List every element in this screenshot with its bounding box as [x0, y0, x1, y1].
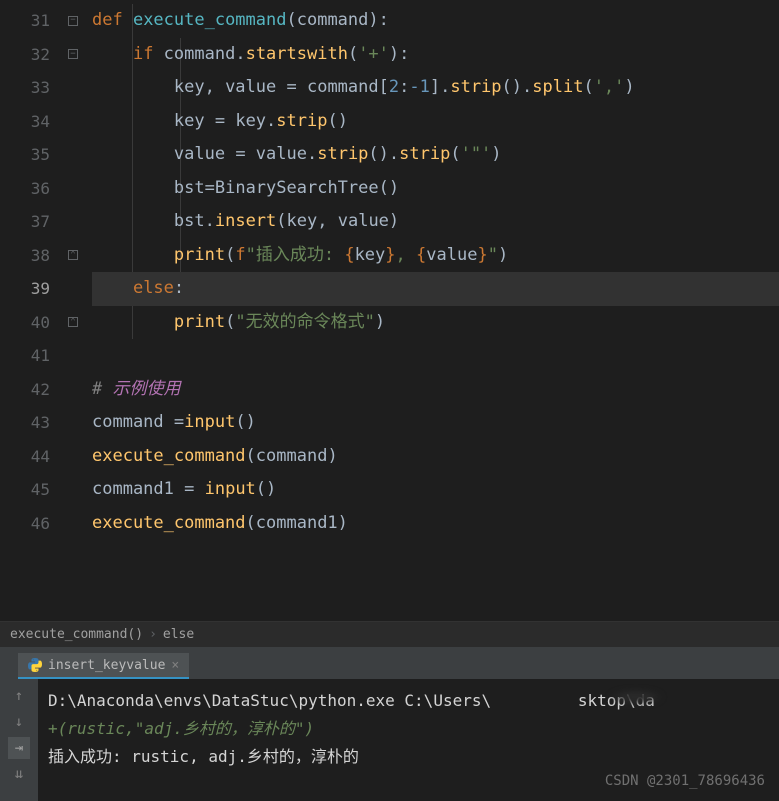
line-num: 46 — [0, 507, 50, 541]
line-num: 45 — [0, 473, 50, 507]
tab-bar: insert_keyvalue × — [0, 647, 779, 679]
breadcrumb[interactable]: execute_command() › else — [0, 621, 779, 647]
line-num: 34 — [0, 105, 50, 139]
python-icon — [28, 658, 42, 672]
code-line[interactable] — [92, 339, 779, 373]
scroll-icon[interactable]: ⇊ — [8, 763, 30, 785]
code-line[interactable]: command1 = input() — [92, 473, 779, 507]
terminal-toolbar: ↑ ↓ ⇥ ⇊ — [0, 679, 38, 801]
terminal-line: +(rustic,"adj.乡村的，淳朴的") — [48, 715, 769, 743]
arrow-up-icon[interactable]: ↑ — [8, 685, 30, 707]
line-num: 33 — [0, 71, 50, 105]
code-editor[interactable]: 31 32 33 34 35 36 37 38 39 40 41 42 43 4… — [0, 0, 779, 621]
line-number-gutter: 31 32 33 34 35 36 37 38 39 40 41 42 43 4… — [0, 0, 62, 621]
line-num: 32 — [0, 38, 50, 72]
code-line[interactable]: bst.insert(key, value) — [92, 205, 779, 239]
terminal-panel: ↑ ↓ ⇥ ⇊ D:\Anaconda\envs\DataStuc\python… — [0, 679, 779, 801]
code-line[interactable]: key, value = command[2:-1].strip().split… — [92, 71, 779, 105]
fold-column: − − ⌃ ⌃ — [62, 0, 84, 621]
code-line[interactable]: def execute_command(command): — [92, 4, 779, 38]
tab-label: insert_keyvalue — [48, 658, 165, 673]
code-line[interactable]: # 示例使用 — [92, 373, 779, 407]
breadcrumb-item[interactable]: else — [163, 627, 194, 642]
wrap-icon[interactable]: ⇥ — [8, 737, 30, 759]
line-num: 42 — [0, 373, 50, 407]
line-num: 37 — [0, 205, 50, 239]
line-num: 38 — [0, 239, 50, 273]
line-num: 39 — [0, 272, 50, 306]
chevron-right-icon: › — [149, 627, 157, 642]
fold-up-icon[interactable]: ⌃ — [68, 317, 78, 327]
code-line[interactable]: print(f"插入成功: {key}, {value}") — [92, 239, 779, 273]
close-icon[interactable]: × — [171, 658, 179, 673]
arrow-down-icon[interactable]: ↓ — [8, 711, 30, 733]
code-line[interactable]: bst=BinarySearchTree() — [92, 172, 779, 206]
code-line[interactable]: print("无效的命令格式") — [92, 306, 779, 340]
code-line[interactable]: value = value.strip().strip('"') — [92, 138, 779, 172]
terminal-output[interactable]: D:\Anaconda\envs\DataStuc\python.exe C:\… — [38, 679, 779, 801]
line-num: 43 — [0, 406, 50, 440]
line-num: 41 — [0, 339, 50, 373]
code-line[interactable]: else: — [92, 272, 779, 306]
code-line[interactable]: if command.startswith('+'): — [92, 38, 779, 72]
line-num: 31 — [0, 4, 50, 38]
code-content[interactable]: def execute_command(command): if command… — [84, 0, 779, 621]
fold-up-icon[interactable]: ⌃ — [68, 250, 78, 260]
watermark: CSDN @2301_78696436 — [605, 767, 765, 795]
code-line[interactable]: key = key.strip() — [92, 105, 779, 139]
code-line[interactable]: execute_command(command1) — [92, 507, 779, 541]
line-num: 35 — [0, 138, 50, 172]
line-num: 36 — [0, 172, 50, 206]
tab-insert-keyvalue[interactable]: insert_keyvalue × — [18, 653, 189, 679]
fold-down-icon[interactable]: − — [68, 16, 78, 26]
redaction-smudge — [608, 689, 664, 705]
line-num: 44 — [0, 440, 50, 474]
code-line[interactable]: command =input() — [92, 406, 779, 440]
line-num: 40 — [0, 306, 50, 340]
breadcrumb-item[interactable]: execute_command() — [10, 627, 143, 642]
fold-down-icon[interactable]: − — [68, 49, 78, 59]
code-line[interactable]: execute_command(command) — [92, 440, 779, 474]
